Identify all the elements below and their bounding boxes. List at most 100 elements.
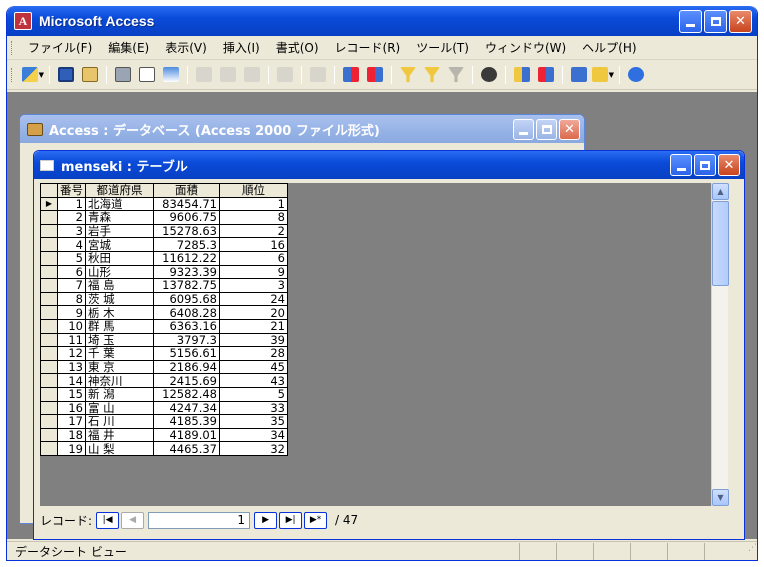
record-selector[interactable] — [40, 318, 58, 334]
help-icon[interactable] — [625, 64, 647, 86]
column-header-area[interactable]: 面積 — [153, 183, 220, 198]
cell-area[interactable]: 4465.37 — [153, 441, 220, 456]
cell-number[interactable]: 19 — [57, 441, 86, 456]
maximize-button[interactable] — [704, 9, 727, 33]
cell-area[interactable]: 6408.28 — [153, 305, 220, 320]
search-db-icon[interactable] — [79, 64, 101, 86]
copy-icon[interactable] — [217, 64, 239, 86]
print-preview-icon[interactable] — [136, 64, 158, 86]
cell-number[interactable]: 17 — [57, 414, 86, 429]
cell-area[interactable]: 4185.39 — [153, 414, 220, 429]
app-title-bar[interactable]: A Microsoft Access ✕ — [7, 6, 757, 36]
table-row[interactable]: 8茨 城 6095.68 24 — [40, 291, 288, 307]
cell-area[interactable]: 3797.3 — [153, 332, 220, 348]
cell-prefecture[interactable]: 神奈川 — [85, 373, 154, 388]
cell-area[interactable]: 6095.68 — [153, 291, 220, 307]
menu-view[interactable]: 表示(V) — [157, 39, 215, 56]
cell-prefecture[interactable]: 福 井 — [85, 427, 154, 443]
menu-help[interactable]: ヘルプ(H) — [574, 39, 644, 56]
table-row[interactable]: 11 埼 玉 3797.3 39 — [40, 332, 288, 348]
table-row[interactable]: 19 山 梨 4465.37 32 — [40, 441, 288, 456]
cell-rank[interactable]: 6 — [219, 250, 288, 266]
cell-number[interactable]: 12 — [57, 346, 86, 361]
cell-prefecture[interactable]: 青森 — [85, 210, 154, 225]
table-row[interactable]: 10 群 馬 6363.16 21 — [40, 318, 288, 334]
hyperlink-icon[interactable] — [307, 64, 329, 86]
table-row[interactable]: ▶ 1 北海道 83454.71 1 — [40, 196, 288, 212]
table-row[interactable]: 17 石 川 4185.39 35 — [40, 414, 288, 429]
column-header-number[interactable]: 番号 — [57, 183, 86, 198]
table-row[interactable]: 7福 島 13782.75 3 — [40, 278, 288, 293]
cell-rank[interactable]: 34 — [219, 427, 288, 443]
cell-area[interactable]: 4189.01 — [153, 427, 220, 443]
cell-prefecture[interactable]: 石 川 — [85, 414, 154, 429]
toolbar-grip[interactable] — [11, 67, 14, 82]
cell-rank[interactable]: 8 — [219, 210, 288, 225]
cell-number[interactable]: 1 — [57, 196, 86, 212]
menu-edit[interactable]: 編集(E) — [100, 39, 157, 56]
cell-number[interactable]: 10 — [57, 318, 86, 334]
cell-prefecture[interactable]: 東 京 — [85, 359, 154, 375]
record-selector[interactable] — [40, 264, 58, 280]
scroll-up-button[interactable]: ▲ — [712, 183, 729, 200]
table-row[interactable]: 15 新 潟 12582.48 5 — [40, 386, 288, 402]
cell-rank[interactable]: 35 — [219, 414, 288, 429]
current-record-input[interactable]: 1 — [148, 511, 251, 529]
cell-rank[interactable]: 16 — [219, 237, 288, 252]
filter-by-selection-icon[interactable] — [397, 64, 419, 86]
close-button[interactable]: ✕ — [729, 9, 752, 33]
record-selector[interactable] — [40, 332, 58, 348]
record-selector[interactable] — [40, 414, 58, 429]
cell-number[interactable]: 4 — [57, 237, 86, 252]
cell-rank[interactable]: 20 — [219, 305, 288, 320]
cell-area[interactable]: 2186.94 — [153, 359, 220, 375]
table-maximize-button[interactable] — [694, 154, 716, 176]
table-row[interactable]: 13 東 京 2186.94 45 — [40, 359, 288, 375]
next-record-button[interactable]: ▶ — [254, 511, 278, 529]
cell-area[interactable]: 15278.63 — [153, 223, 220, 239]
menubar-grip[interactable] — [11, 40, 14, 55]
db-close-button[interactable]: ✕ — [559, 118, 580, 140]
cell-rank[interactable]: 39 — [219, 332, 288, 348]
table-row[interactable]: 14 神奈川 2415.69 43 — [40, 373, 288, 388]
cell-area[interactable]: 5156.61 — [153, 346, 220, 361]
record-selector[interactable] — [40, 278, 58, 293]
database-window-title-bar[interactable]: Access : データベース (Access 2000 ファイル形式) ✕ — [20, 115, 584, 143]
record-selector[interactable]: ▶ — [40, 196, 58, 212]
new-record-nav-button[interactable]: ▶* — [304, 511, 328, 529]
table-close-button[interactable]: ✕ — [718, 154, 740, 176]
cell-rank[interactable]: 3 — [219, 278, 288, 293]
cell-rank[interactable]: 21 — [219, 318, 288, 334]
cell-area[interactable]: 4247.34 — [153, 400, 220, 416]
cell-rank[interactable]: 28 — [219, 346, 288, 361]
print-icon[interactable] — [112, 64, 134, 86]
cell-number[interactable]: 18 — [57, 427, 86, 443]
cell-rank[interactable]: 43 — [219, 373, 288, 388]
cell-prefecture[interactable]: 群 馬 — [85, 318, 154, 334]
record-selector[interactable] — [40, 305, 58, 320]
cell-rank[interactable]: 2 — [219, 223, 288, 239]
paste-icon[interactable] — [241, 64, 263, 86]
db-minimize-button[interactable] — [513, 118, 534, 140]
menu-records[interactable]: レコード(R) — [327, 39, 409, 56]
cell-prefecture[interactable]: 宮城 — [85, 237, 154, 252]
table-row[interactable]: 12 千 葉 5156.61 28 — [40, 346, 288, 361]
first-record-button[interactable]: |◀ — [96, 511, 120, 529]
db-maximize-button[interactable] — [536, 118, 557, 140]
record-selector[interactable] — [40, 223, 58, 239]
cell-area[interactable]: 12582.48 — [153, 386, 220, 402]
cell-number[interactable]: 13 — [57, 359, 86, 375]
table-row[interactable]: 9栃 木 6408.28 20 — [40, 305, 288, 320]
record-selector[interactable] — [40, 250, 58, 266]
sort-descending-icon[interactable] — [364, 64, 386, 86]
cell-prefecture[interactable]: 山形 — [85, 264, 154, 280]
table-window-title-bar[interactable]: menseki : テーブル ✕ — [34, 151, 744, 179]
cut-icon[interactable] — [193, 64, 215, 86]
cell-area[interactable]: 9323.39 — [153, 264, 220, 280]
cell-area[interactable]: 11612.22 — [153, 250, 220, 266]
save-icon[interactable] — [55, 64, 77, 86]
menu-tools[interactable]: ツール(T) — [408, 39, 477, 56]
record-selector[interactable] — [40, 373, 58, 388]
table-row[interactable]: 4 宮城 7285.3 16 — [40, 237, 288, 252]
cell-prefecture[interactable]: 山 梨 — [85, 441, 154, 456]
